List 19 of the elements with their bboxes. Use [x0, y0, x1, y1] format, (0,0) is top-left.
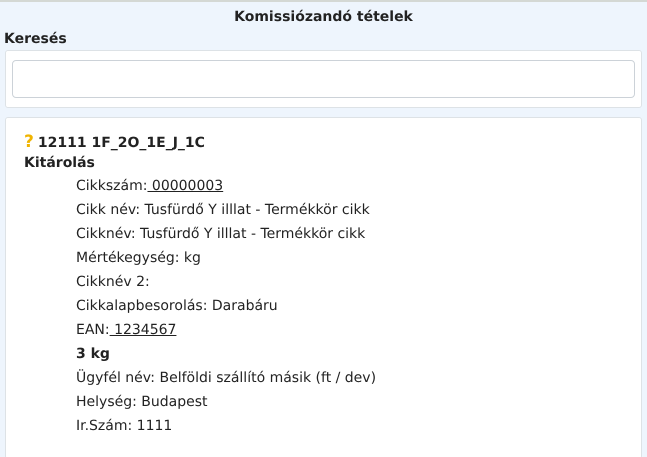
search-label: Keresés: [4, 31, 68, 47]
field-label: Cikkszám:: [76, 177, 148, 196]
detail-text: Ügyfél név: Belföldi szállító másik (ft / dev): [76, 368, 378, 388]
detail-text: Ir.Szám: 1111: [76, 417, 174, 436]
detail-text: Mértékegység: kg: [76, 249, 202, 268]
page-title: Komissiózandó tételek: [233, 8, 414, 27]
item-code: 12111 1F_2O_1E_J_1C: [38, 135, 205, 151]
detail-text: Cikknév 2:: [76, 273, 151, 292]
quantity-text: 3 kg: [76, 345, 111, 364]
detail-text: Cikk név: Tusfürdő Y illlat - Termékkör cikk: [76, 201, 371, 220]
field-link[interactable]: 1234567: [110, 318, 176, 342]
question-icon: ?: [24, 132, 34, 152]
item-type: Kitárolás: [24, 155, 96, 171]
search-field[interactable]: [12, 60, 635, 98]
detail-text: Cikknév: Tusfürdő Y illlat - Termékkör cikk: [76, 225, 366, 244]
detail-text: Helység: Budapest: [76, 393, 209, 412]
field-label: EAN:: [76, 321, 110, 340]
field-link[interactable]: 00000003: [147, 174, 224, 198]
detail-text: Cikkalapbesorolás: Darabáru: [76, 297, 279, 316]
